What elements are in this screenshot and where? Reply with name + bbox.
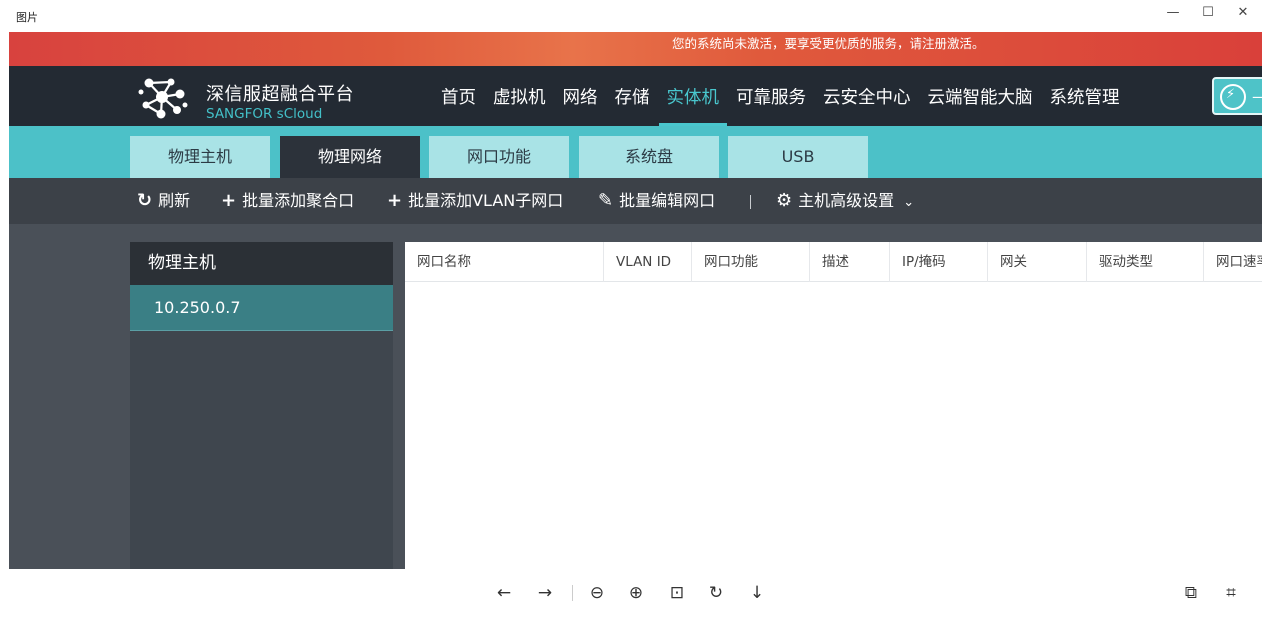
chevron-down-icon: ⌄ bbox=[903, 195, 915, 210]
plus-icon: + bbox=[387, 190, 403, 211]
action-toolbar: ↻ 刷新 + 批量添加聚合口 + 批量添加VLAN子网口 ✎ 批量编辑网口 ⚙ 主机高级设… bbox=[9, 178, 1262, 224]
refresh-icon: ↻ bbox=[137, 190, 153, 211]
nav-item-system-admin[interactable]: 系统管理 bbox=[1050, 80, 1120, 126]
advanced-settings-dropdown[interactable]: ⚙ 主机高级设置 ⌄ bbox=[776, 178, 914, 224]
col-driver-type[interactable]: 驱动类型 bbox=[1087, 242, 1204, 282]
back-arrow-icon[interactable]: ← bbox=[491, 581, 517, 605]
text-scan-icon[interactable]: ⌗ bbox=[1218, 581, 1244, 605]
host-sidebar: 物理主机 10.250.0.7 bbox=[130, 242, 393, 569]
quick-action-button[interactable]: — bbox=[1212, 77, 1262, 115]
table-header: 网口名称 VLAN ID 网口功能 描述 IP/掩码 网关 驱动类型 网口速率 bbox=[405, 242, 1262, 282]
window-title: 图片 bbox=[16, 11, 38, 24]
toolbar-divider bbox=[750, 195, 751, 209]
tab-physical-host[interactable]: 物理主机 bbox=[130, 136, 270, 178]
sidebar-header: 物理主机 bbox=[130, 242, 393, 285]
minimize-button[interactable]: — bbox=[1156, 2, 1190, 24]
tab-usb[interactable]: USB bbox=[728, 136, 868, 178]
nav-item-physical-host[interactable]: 实体机 bbox=[658, 80, 727, 126]
nav-item-cloud-security[interactable]: 云安全中心 bbox=[823, 80, 911, 126]
col-gateway[interactable]: 网关 bbox=[988, 242, 1087, 282]
viewer-divider bbox=[572, 585, 573, 601]
brand-subtitle: SANGFOR sCloud bbox=[206, 106, 323, 122]
quick-action-label: — bbox=[1252, 87, 1262, 106]
activation-banner: 您的系统尚未激活，要享受更优质的服务，请注册激活。 bbox=[9, 32, 1262, 66]
col-description[interactable]: 描述 bbox=[810, 242, 890, 282]
lightning-icon bbox=[1220, 84, 1246, 110]
image-translate-icon[interactable]: ⧉ bbox=[1178, 581, 1204, 605]
nav-item-vm[interactable]: 虚拟机 bbox=[493, 80, 546, 126]
plus-icon: + bbox=[221, 190, 237, 211]
sub-tabs: 物理主机 物理网络 网口功能 系统盘 USB bbox=[9, 126, 1262, 178]
close-button[interactable]: ✕ bbox=[1226, 2, 1260, 24]
edit-ports-button[interactable]: ✎ 批量编辑网口 bbox=[598, 178, 715, 224]
sidebar-item-host[interactable]: 10.250.0.7 bbox=[130, 285, 393, 331]
fit-screen-icon[interactable]: ⊡ bbox=[664, 581, 690, 605]
nav-item-cloud-brain[interactable]: 云端智能大脑 bbox=[928, 80, 1033, 126]
nav-item-storage[interactable]: 存储 bbox=[615, 80, 650, 126]
main-nav: 首页 虚拟机 网络 存储 实体机 可靠服务 云安全中心 云端智能大脑 系统管理 bbox=[441, 80, 1137, 126]
forward-arrow-icon[interactable]: → bbox=[532, 581, 558, 605]
refresh-button[interactable]: ↻ 刷新 bbox=[137, 178, 190, 224]
col-ip-mask[interactable]: IP/掩码 bbox=[890, 242, 988, 282]
add-bond-label: 批量添加聚合口 bbox=[242, 191, 355, 210]
nav-item-network[interactable]: 网络 bbox=[563, 80, 598, 126]
col-port-speed[interactable]: 网口速率 bbox=[1204, 242, 1262, 282]
tab-port-function[interactable]: 网口功能 bbox=[429, 136, 569, 178]
refresh-label: 刷新 bbox=[158, 191, 191, 210]
tab-physical-network[interactable]: 物理网络 bbox=[280, 136, 420, 178]
gear-icon: ⚙ bbox=[776, 190, 793, 211]
add-bond-button[interactable]: + 批量添加聚合口 bbox=[221, 178, 354, 224]
nav-item-home[interactable]: 首页 bbox=[441, 80, 476, 126]
advanced-settings-label: 主机高级设置 bbox=[798, 191, 895, 210]
nav-item-reliability[interactable]: 可靠服务 bbox=[736, 80, 806, 126]
viewer-toolbar: ← → ⊖ ⊕ ⊡ ↻ ↓ ⧉ ⌗ bbox=[0, 569, 1262, 617]
col-vlan-id[interactable]: VLAN ID bbox=[604, 242, 692, 282]
add-vlan-label: 批量添加VLAN子网口 bbox=[408, 191, 564, 210]
col-port-function[interactable]: 网口功能 bbox=[692, 242, 810, 282]
col-port-name[interactable]: 网口名称 bbox=[405, 242, 604, 282]
top-navbar: 深信服超融合平台 SANGFOR sCloud 首页 虚拟机 网络 存储 实体机… bbox=[9, 66, 1262, 126]
download-icon[interactable]: ↓ bbox=[744, 581, 770, 605]
pencil-icon: ✎ bbox=[598, 190, 614, 211]
zoom-in-icon[interactable]: ⊕ bbox=[623, 581, 649, 605]
maximize-button[interactable]: ☐ bbox=[1191, 2, 1225, 24]
window-titlebar: 图片 — ☐ ✕ bbox=[0, 0, 1262, 32]
image-viewport: 您的系统尚未激活，要享受更优质的服务，请注册激活。 深信服超融合平台 SANGF… bbox=[9, 32, 1262, 569]
rotate-icon[interactable]: ↻ bbox=[703, 581, 729, 605]
brand-name: 深信服超融合平台 bbox=[206, 84, 354, 105]
edit-ports-label: 批量编辑网口 bbox=[619, 191, 716, 210]
zoom-out-icon[interactable]: ⊖ bbox=[584, 581, 610, 605]
tab-system-disk[interactable]: 系统盘 bbox=[579, 136, 719, 178]
add-vlan-button[interactable]: + 批量添加VLAN子网口 bbox=[387, 178, 563, 224]
activation-message[interactable]: 您的系统尚未激活，要享受更优质的服务，请注册激活。 bbox=[672, 33, 985, 52]
sangfor-logo-icon bbox=[138, 78, 188, 119]
port-table-panel: 网口名称 VLAN ID 网口功能 描述 IP/掩码 网关 驱动类型 网口速率 bbox=[405, 242, 1262, 569]
